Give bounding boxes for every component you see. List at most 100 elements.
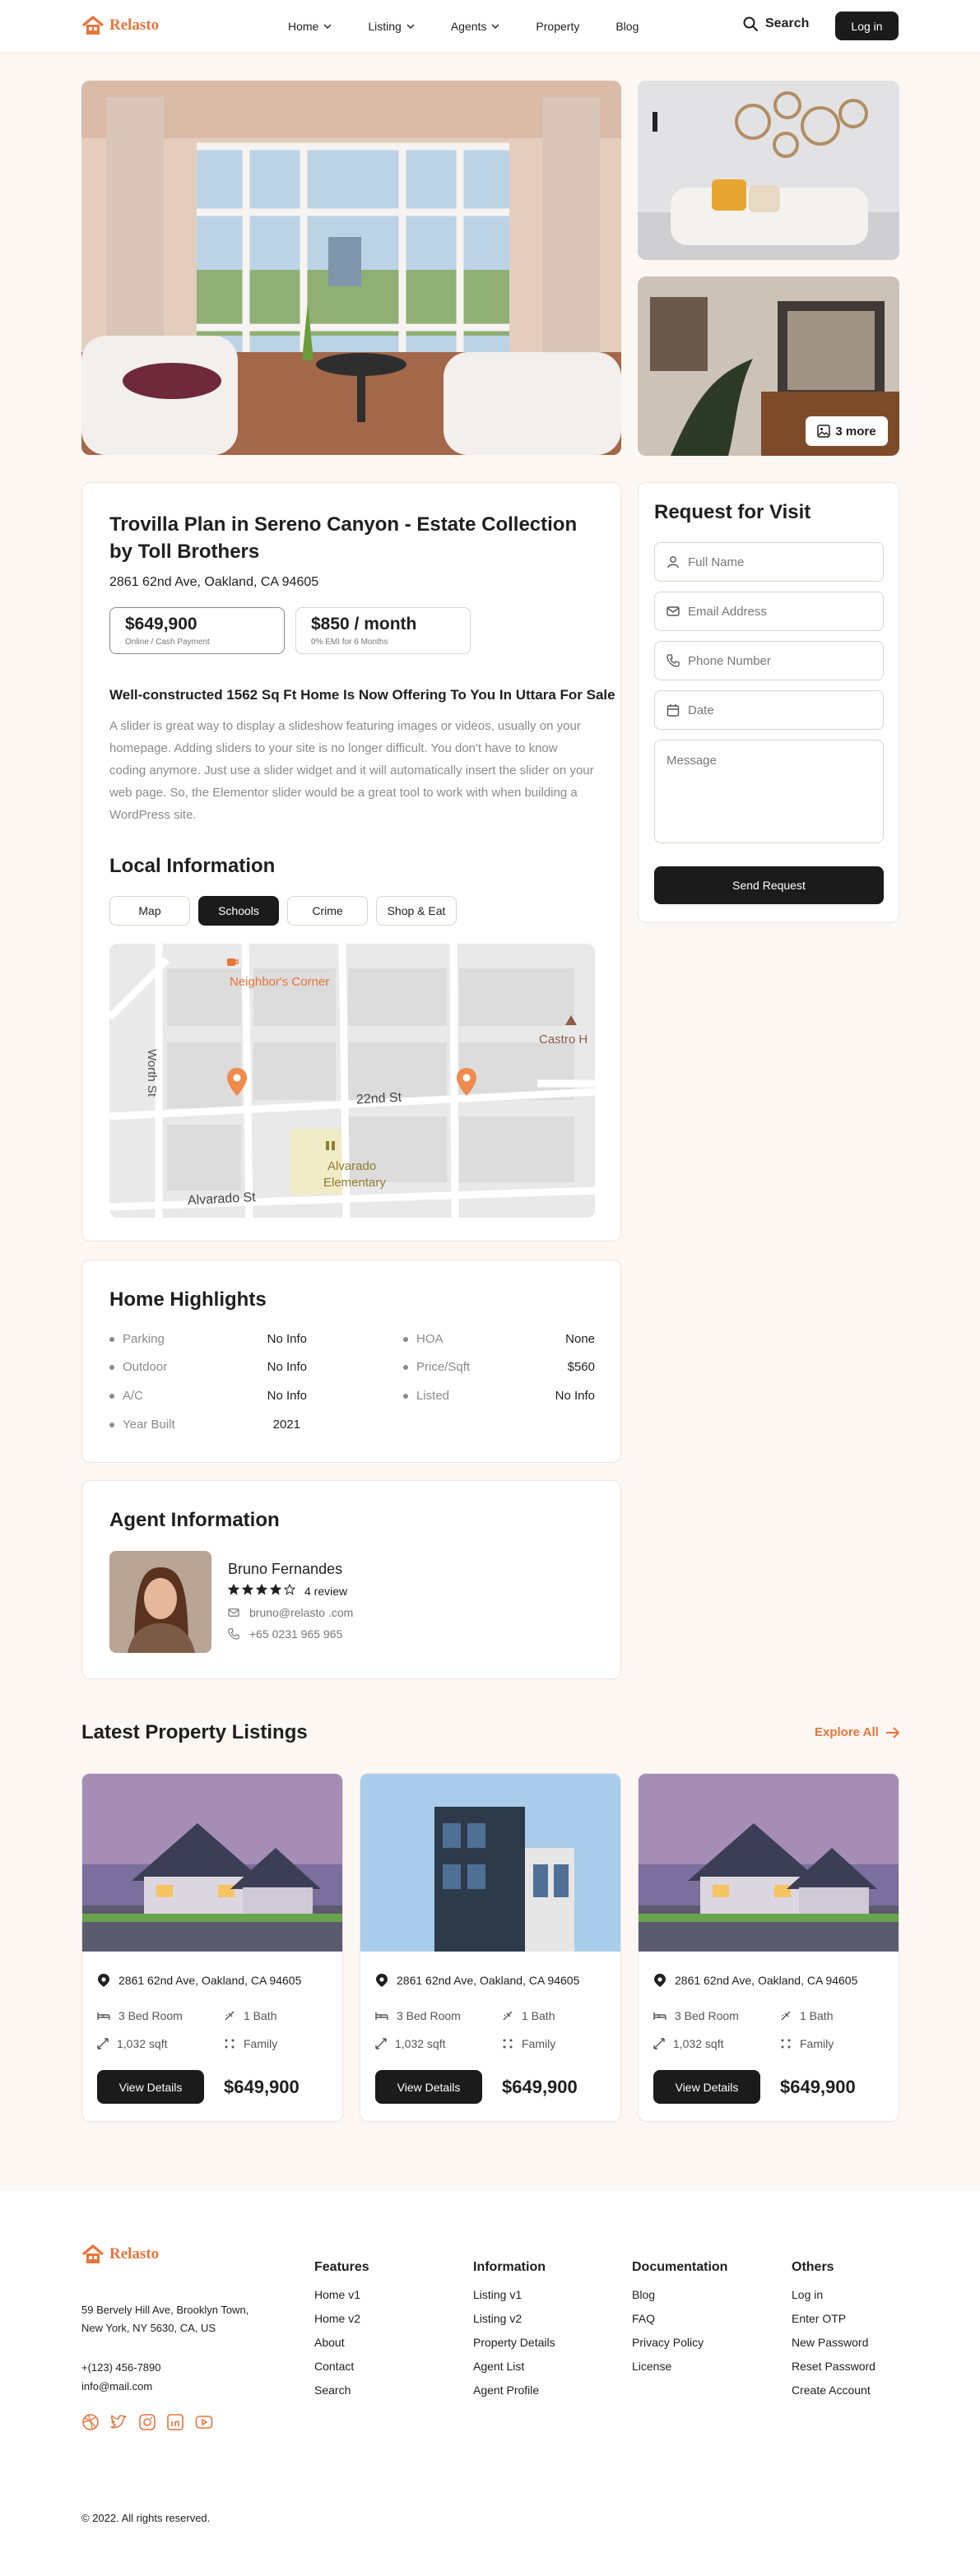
- nav-home[interactable]: Home: [288, 20, 332, 33]
- listing-area: 1,032 sqft: [375, 2037, 446, 2050]
- listing-card[interactable]: 2861 62nd Ave, Oakland, CA 94605 3 Bed Ro…: [81, 1773, 343, 2122]
- agent-email-row[interactable]: bruno@relasto .com: [228, 1606, 353, 1619]
- location-pin-icon: [97, 1973, 110, 1988]
- map-pin-icon[interactable]: [456, 1067, 477, 1101]
- bath-icon: [780, 2010, 792, 2021]
- nav-agents[interactable]: Agents: [451, 20, 500, 33]
- footer-link[interactable]: Log in: [792, 2288, 875, 2301]
- listing-area-label: 1,032 sqft: [117, 2037, 168, 2050]
- listing-area-label: 1,032 sqft: [395, 2037, 446, 2050]
- footer-link[interactable]: Agent Profile: [473, 2383, 555, 2397]
- arrow-right-icon: [885, 1726, 900, 1738]
- listing-photo[interactable]: [360, 1774, 620, 1952]
- more-photos-button[interactable]: 3 more: [806, 416, 888, 446]
- footer-link[interactable]: Property Details: [473, 2336, 555, 2349]
- local-map[interactable]: Neighbor's Corner Castro H Worth St 22nd…: [109, 944, 595, 1218]
- view-details-button[interactable]: View Details: [97, 2070, 204, 2104]
- highlight-key: Listed: [403, 1389, 449, 1403]
- footer-link[interactable]: Home v1: [314, 2288, 369, 2301]
- message-textarea[interactable]: Message: [654, 740, 884, 843]
- footer-email[interactable]: info@mail.com: [81, 2377, 161, 2396]
- nav-property[interactable]: Property: [536, 20, 579, 33]
- search-button[interactable]: Search: [742, 16, 809, 32]
- listing-photo[interactable]: [639, 1774, 899, 1952]
- site-logo[interactable]: Relasto: [81, 15, 159, 36]
- nav-blog-label: Blog: [615, 20, 639, 33]
- visit-request-card: Request for Visit Full Name Email Addres…: [638, 482, 899, 923]
- listing-type: Family: [502, 2037, 555, 2050]
- youtube-icon[interactable]: [195, 2413, 215, 2433]
- footer-link[interactable]: Blog: [632, 2288, 727, 2301]
- agent-email: bruno@relasto .com: [249, 1606, 354, 1619]
- map-poi-neighbors-corner: Neighbor's Corner: [230, 975, 330, 989]
- side-photo-1[interactable]: [638, 81, 899, 260]
- listing-card[interactable]: 2861 62nd Ave, Oakland, CA 94605 3 Bed Ro…: [638, 1773, 899, 2122]
- agent-reviews: 4 review: [304, 1584, 348, 1598]
- footer-link[interactable]: Reset Password: [792, 2360, 875, 2373]
- price-month-option[interactable]: $850 / month 0% EMI for 6 Months: [295, 607, 471, 654]
- full-name-field[interactable]: Full Name: [654, 542, 884, 582]
- tab-shop-eat[interactable]: Shop & Eat: [376, 896, 457, 926]
- footer-link[interactable]: Listing v1: [473, 2288, 555, 2301]
- listing-beds-label: 3 Bed Room: [397, 2009, 461, 2022]
- tab-schools[interactable]: Schools: [198, 896, 279, 926]
- login-button[interactable]: Log in: [835, 12, 899, 40]
- highlight-value: No Info: [555, 1389, 595, 1403]
- main-photo[interactable]: [81, 81, 621, 455]
- email-placeholder: Email Address: [688, 604, 767, 619]
- bath-icon: [502, 2010, 513, 2021]
- email-field[interactable]: Email Address: [654, 592, 884, 631]
- instagram-icon[interactable]: [138, 2413, 158, 2433]
- tab-map[interactable]: Map: [109, 896, 190, 926]
- listing-card[interactable]: 2861 62nd Ave, Oakland, CA 94605 3 Bed Ro…: [360, 1773, 621, 2122]
- dribbble-icon[interactable]: [81, 2413, 101, 2433]
- nav-listing[interactable]: Listing: [368, 20, 415, 33]
- footer-link[interactable]: Enter OTP: [792, 2312, 875, 2325]
- listing-type-label: Family: [522, 2037, 556, 2050]
- footer-link[interactable]: Create Account: [792, 2383, 875, 2397]
- view-details-button[interactable]: View Details: [653, 2070, 760, 2104]
- footer-link[interactable]: Contact: [314, 2360, 369, 2373]
- listing-address: 2861 62nd Ave, Oakland, CA 94605: [118, 1974, 302, 1987]
- map-pin-icon[interactable]: [226, 1067, 248, 1101]
- side-photo-2[interactable]: 3 more: [638, 276, 899, 456]
- listing-type-label: Family: [800, 2037, 834, 2050]
- linkedin-icon[interactable]: [166, 2413, 186, 2433]
- footer-link[interactable]: Home v2: [314, 2312, 369, 2325]
- footer-link[interactable]: Search: [314, 2383, 369, 2397]
- highlights-title: Home Highlights: [109, 1288, 267, 1311]
- footer-link[interactable]: License: [632, 2360, 727, 2373]
- footer-link[interactable]: New Password: [792, 2336, 875, 2349]
- listing-photo[interactable]: [82, 1774, 342, 1952]
- date-field[interactable]: Date: [654, 690, 884, 730]
- agent-avatar[interactable]: [109, 1551, 211, 1653]
- view-details-button[interactable]: View Details: [375, 2070, 482, 2104]
- footer-logo[interactable]: Relasto: [81, 2244, 159, 2265]
- footer-brand-name: Relasto: [109, 2245, 160, 2263]
- explore-all-link[interactable]: Explore All: [815, 1725, 900, 1739]
- location-pin-icon: [375, 1973, 388, 1988]
- local-info-title: Local Information: [109, 855, 276, 877]
- listing-beds: 3 Bed Room: [97, 2009, 183, 2022]
- footer-link[interactable]: About: [314, 2336, 369, 2349]
- agent-phone: +65 0231 965 965: [249, 1627, 343, 1641]
- footer-phone[interactable]: +(123) 456-7890: [81, 2358, 161, 2377]
- agent-phone-row[interactable]: +65 0231 965 965: [228, 1627, 342, 1641]
- footer-col-others: Others Log in Enter OTP New Password Res…: [792, 2260, 875, 2407]
- tab-crime[interactable]: Crime: [287, 896, 368, 926]
- footer-link[interactable]: FAQ: [632, 2312, 727, 2325]
- send-request-button[interactable]: Send Request: [654, 866, 884, 904]
- price-cash-option[interactable]: $649,900 Online / Cash Payment: [109, 607, 285, 654]
- footer-col-title: Documentation: [632, 2260, 728, 2274]
- nav-blog[interactable]: Blog: [615, 20, 639, 33]
- phone-icon: [666, 654, 680, 667]
- phone-field[interactable]: Phone Number: [654, 641, 884, 680]
- star-filled-icon: [269, 1583, 282, 1598]
- footer-link[interactable]: Agent List: [473, 2360, 555, 2373]
- bed-icon: [97, 2011, 110, 2021]
- footer-link[interactable]: Privacy Policy: [632, 2336, 727, 2349]
- footer-link[interactable]: Listing v2: [473, 2312, 555, 2325]
- listing-baths-label: 1 Bath: [800, 2009, 834, 2022]
- listing-address: 2861 62nd Ave, Oakland, CA 94605: [675, 1974, 858, 1987]
- twitter-icon[interactable]: [109, 2413, 129, 2433]
